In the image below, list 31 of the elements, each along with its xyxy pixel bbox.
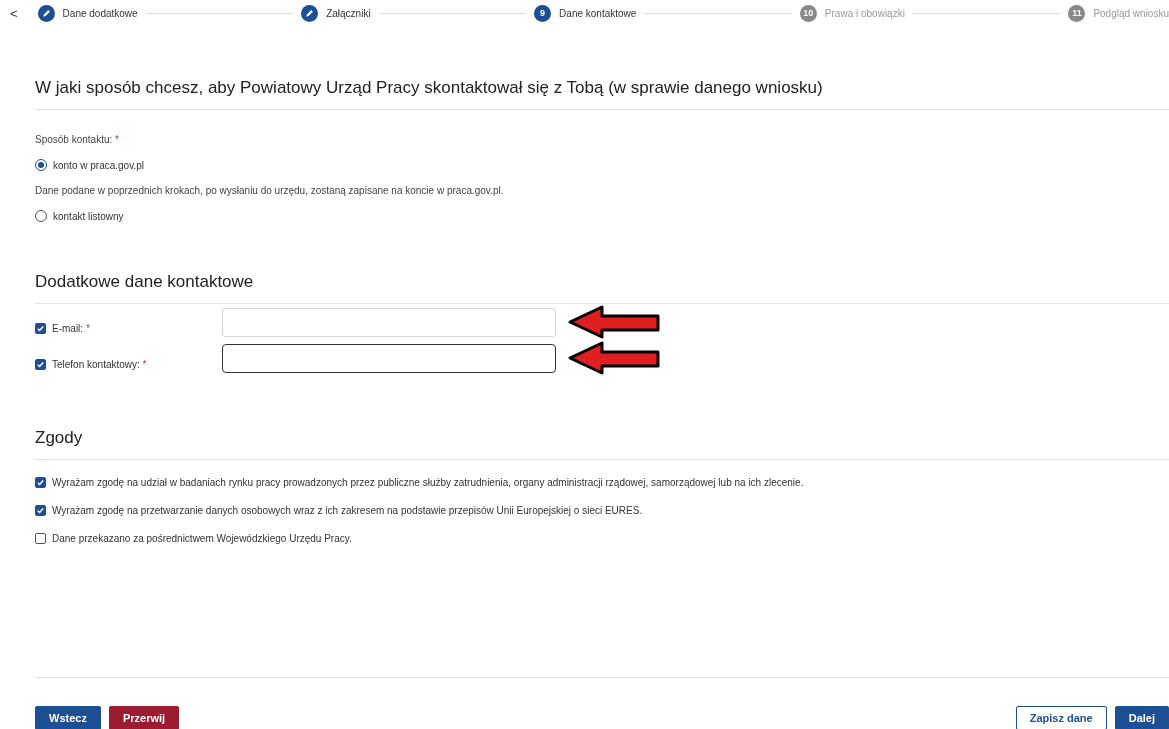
- radio-option[interactable]: kontakt listowny: [35, 210, 124, 222]
- step-tab[interactable]: Dane dodatkowe: [62, 7, 138, 19]
- consent-label: Wyrażam zgodę na udział w badaniach rynku pracy prowadzonych przez publiczne służby zatrudnienia, organy administracji rządowej, samorządowej lub na ich zlecenie.: [52, 477, 804, 488]
- step-number: 10: [799, 4, 817, 22]
- field-label: Sposób kontaktu: *: [35, 134, 120, 145]
- checkbox[interactable]: [35, 322, 46, 334]
- step-number: 11: [1068, 4, 1086, 22]
- nav-button[interactable]: Przerwij: [108, 706, 180, 729]
- checkbox[interactable]: [35, 505, 46, 516]
- consent-label: Dane przekazano za pośrednictwem Wojewódzkiego Urzędu Pracy.: [52, 533, 352, 544]
- checkbox[interactable]: [35, 358, 46, 370]
- section-title: W jaki sposób chcesz, aby Powiatowy Urząd Pracy skontaktował się z Tobą (w sprawie danego wniosku): [35, 78, 824, 98]
- nav-button[interactable]: Wstecz: [35, 706, 101, 729]
- checkbox[interactable]: [35, 477, 46, 488]
- step-number: 9: [534, 4, 552, 22]
- section-title: Zgody: [35, 428, 84, 448]
- arrow-icon: [568, 341, 660, 375]
- consent-label: Wyrażam zgodę na przetwarzanie danych osobowych wraz z ich zakresem na podstawie przepisów Unii Europejskiej o sieci EURES.: [52, 505, 643, 516]
- nav-button[interactable]: Dalej: [1114, 706, 1169, 729]
- help-text: Dane podane w poprzednich krokach, po wysłaniu do urzędu, zostaną zapisane na koncie w praca.gov.pl.: [35, 185, 505, 196]
- arrow-icon: [568, 305, 660, 339]
- checkbox[interactable]: [35, 533, 46, 544]
- section-title: Dodatkowe dane kontaktowe: [35, 272, 255, 292]
- back-button[interactable]: <: [10, 5, 30, 21]
- step-tab[interactable]: Załączniki: [326, 7, 371, 19]
- field-label: Telefon kontaktowy: *: [52, 358, 147, 370]
- field-label: E-mail: *: [52, 322, 90, 334]
- step-tab[interactable]: Dane kontaktowe: [559, 7, 637, 19]
- nav-button[interactable]: Zapisz dane: [1015, 706, 1107, 729]
- input-field[interactable]: [222, 343, 556, 373]
- radio-option[interactable]: konto w praca.gov.pl: [35, 159, 144, 171]
